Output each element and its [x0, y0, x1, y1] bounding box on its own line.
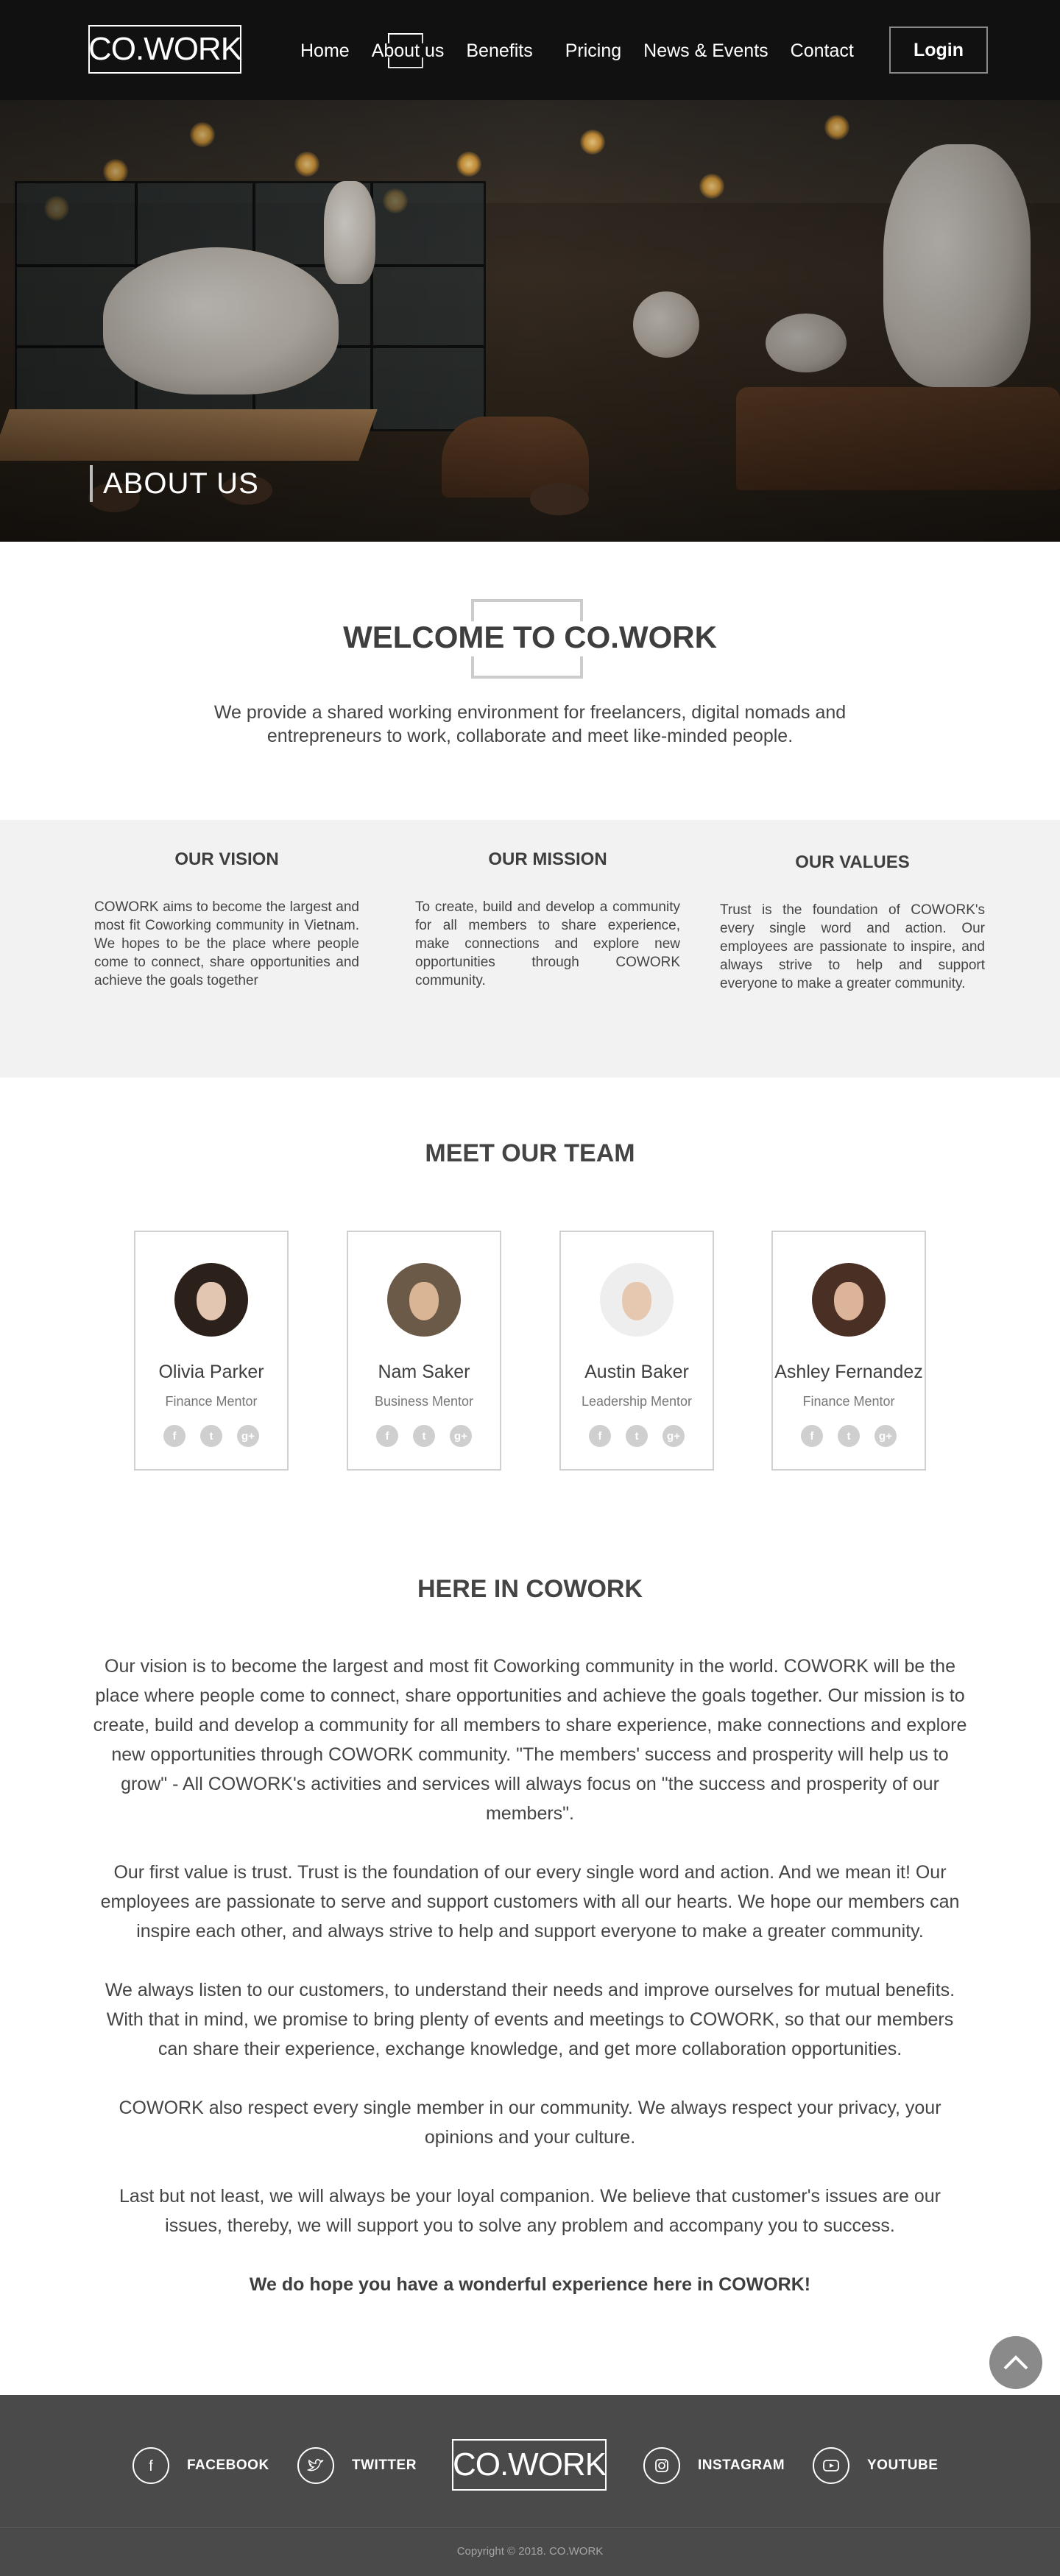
avatar — [600, 1263, 674, 1337]
member-name: Nam Saker — [378, 1362, 470, 1382]
twitter-icon[interactable]: t — [200, 1425, 222, 1447]
twitter-label: TWITTER — [352, 2458, 417, 2473]
avatar — [387, 1263, 461, 1337]
nav-news-events[interactable]: News & Events — [643, 40, 768, 62]
here-closing: We do hope you have a wonderful experien… — [249, 2274, 811, 2295]
member-role: Leadership Mentor — [581, 1394, 693, 1409]
hero-banner: ABOUT US — [0, 100, 1060, 542]
vision-column: OUR VISION COWORK aims to become the lar… — [94, 849, 359, 990]
avatar — [174, 1263, 248, 1337]
team-card: Ashley Fernandez Finance Mentor f t g+ — [771, 1231, 926, 1471]
svg-text:f: f — [149, 2458, 153, 2474]
footer-logo[interactable]: CO.WORK — [452, 2439, 607, 2491]
member-role: Finance Mentor — [802, 1394, 895, 1409]
mission-column: OUR MISSION To create, build and develop… — [415, 849, 680, 990]
welcome-text: We provide a shared working environment … — [213, 702, 847, 746]
footer-facebook-link[interactable]: f FACEBOOK — [132, 2439, 269, 2492]
member-name: Olivia Parker — [158, 1362, 264, 1382]
here-paragraph: Our vision is to become the largest and … — [93, 1656, 967, 1824]
footer-divider — [0, 2527, 1060, 2528]
nav-contact[interactable]: Contact — [791, 40, 854, 62]
mission-text: To create, build and develop a community… — [415, 899, 680, 988]
footer-twitter-link[interactable]: TWITTER — [297, 2439, 417, 2492]
values-title: OUR VALUES — [795, 852, 910, 872]
site-header: CO.WORK Home About us Benefits Pricing N… — [0, 0, 1060, 100]
page-title: ABOUT US — [103, 467, 259, 500]
vision-mission-values: OUR VISION COWORK aims to become the lar… — [0, 820, 1060, 1078]
team-card: Austin Baker Leadership Mentor f t g+ — [559, 1231, 714, 1471]
member-socials: f t g+ — [348, 1425, 500, 1447]
member-socials: f t g+ — [561, 1425, 713, 1447]
here-paragraph: We always listen to our customers, to un… — [105, 1980, 955, 2059]
footer-instagram-link[interactable]: INSTAGRAM — [643, 2439, 785, 2492]
here-body: Our vision is to become the largest and … — [93, 1652, 967, 2299]
here-paragraph: Our first value is trust. Trust is the f… — [100, 1862, 960, 1942]
nav-home[interactable]: Home — [300, 40, 350, 62]
google-plus-icon[interactable]: g+ — [450, 1425, 472, 1447]
twitter-icon — [297, 2447, 334, 2484]
facebook-icon[interactable]: f — [801, 1425, 823, 1447]
member-socials: f t g+ — [773, 1425, 925, 1447]
welcome-title: WELCOME TO CO.WORK — [343, 620, 717, 654]
youtube-icon — [813, 2447, 849, 2484]
facebook-icon[interactable]: f — [589, 1425, 611, 1447]
welcome-section: WELCOME TO CO.WORK We provide a shared w… — [0, 542, 1060, 821]
twitter-icon[interactable]: t — [413, 1425, 435, 1447]
mission-title: OUR MISSION — [488, 849, 607, 869]
twitter-icon[interactable]: t — [838, 1425, 860, 1447]
google-plus-icon[interactable]: g+ — [875, 1425, 897, 1447]
values-text: Trust is the foundation of COWORK's ever… — [720, 902, 985, 991]
copyright: Copyright © 2018. CO.WORK — [456, 2545, 604, 2558]
logo-text: CO.WORK — [88, 31, 242, 67]
here-paragraph: COWORK also respect every single member … — [119, 2098, 941, 2148]
nav-about-us[interactable]: About us — [372, 32, 444, 68]
facebook-label: FACEBOOK — [187, 2458, 269, 2473]
member-name: Austin Baker — [584, 1362, 689, 1382]
team-card: Olivia Parker Finance Mentor f t g+ — [134, 1231, 289, 1471]
vision-text: COWORK aims to become the largest and mo… — [94, 899, 359, 988]
footer-youtube-link[interactable]: YOUTUBE — [813, 2439, 938, 2492]
site-logo[interactable]: CO.WORK — [88, 25, 242, 74]
instagram-label: INSTAGRAM — [698, 2458, 785, 2473]
google-plus-icon[interactable]: g+ — [237, 1425, 259, 1447]
facebook-icon[interactable]: f — [376, 1425, 398, 1447]
member-role: Finance Mentor — [165, 1394, 258, 1409]
nav-benefits[interactable]: Benefits — [466, 40, 532, 62]
vision-title: OUR VISION — [174, 849, 279, 869]
google-plus-icon[interactable]: g+ — [662, 1425, 685, 1447]
scroll-top-button[interactable] — [989, 2336, 1042, 2389]
chevron-up-icon — [1003, 2355, 1028, 2370]
facebook-icon[interactable]: f — [163, 1425, 186, 1447]
youtube-label: YOUTUBE — [867, 2458, 939, 2473]
team-title: MEET OUR TEAM — [425, 1139, 635, 1167]
main-nav: Home About us Benefits Pricing News & Ev… — [300, 29, 876, 72]
team-card: Nam Saker Business Mentor f t g+ — [347, 1231, 501, 1471]
twitter-icon[interactable]: t — [626, 1425, 648, 1447]
login-button[interactable]: Login — [889, 26, 988, 74]
member-name: Ashley Fernandez — [774, 1362, 923, 1382]
member-role: Business Mentor — [374, 1394, 474, 1409]
site-footer: f FACEBOOK TWITTER CO.WORK INSTAGRAM YOU… — [0, 2395, 1060, 2576]
values-column: OUR VALUES Trust is the foundation of CO… — [720, 852, 985, 993]
here-paragraph: Last but not least, we will always be yo… — [119, 2186, 941, 2236]
here-title: HERE IN COWORK — [417, 1575, 643, 1603]
facebook-icon: f — [132, 2447, 169, 2484]
member-socials: f t g+ — [135, 1425, 287, 1447]
footer-links: f FACEBOOK TWITTER CO.WORK INSTAGRAM YOU… — [0, 2439, 1060, 2492]
hero-title-wrap: ABOUT US — [90, 465, 259, 502]
instagram-icon — [643, 2447, 680, 2484]
nav-pricing[interactable]: Pricing — [565, 40, 621, 62]
avatar — [812, 1263, 886, 1337]
